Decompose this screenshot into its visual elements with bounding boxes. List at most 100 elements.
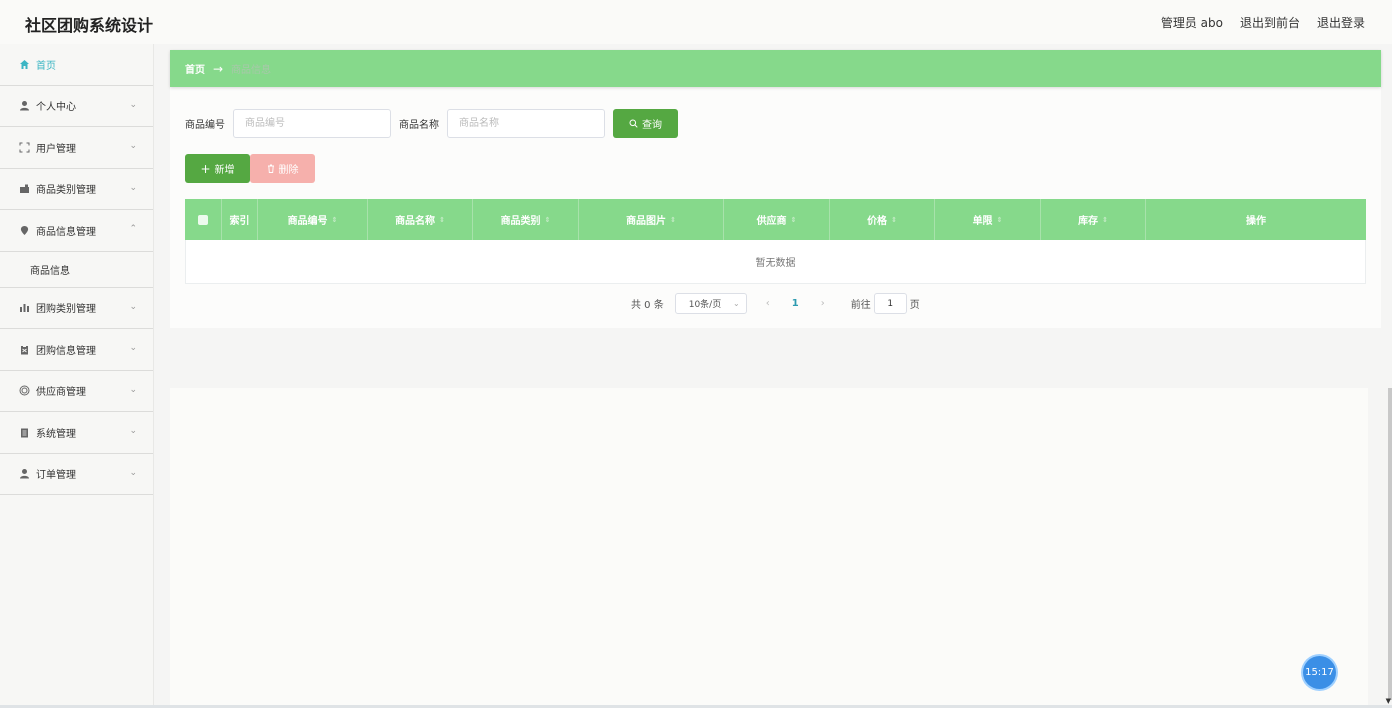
circle-icon xyxy=(18,385,30,397)
sidebar-item-label: 团购类别管理 xyxy=(36,304,96,316)
column-header-product-image[interactable]: 商品图片 ⇕ xyxy=(579,199,724,240)
plus-icon: + xyxy=(200,161,211,176)
sidebar-item-label: 系统管理 xyxy=(36,428,76,440)
sort-icon[interactable]: ⇕ xyxy=(791,216,797,224)
chevron-down-icon: ⌄ xyxy=(129,384,137,395)
product-code-input[interactable] xyxy=(233,109,391,138)
sidebar-item-product-info-management[interactable]: 商品信息管理 ⌃ xyxy=(0,210,153,252)
column-header-actions: 操作 xyxy=(1246,216,1266,227)
column-header-price[interactable]: 价格 ⇕ xyxy=(830,199,935,240)
chevron-down-icon: ⌄ xyxy=(129,426,137,436)
breadcrumb-home[interactable]: 首页 xyxy=(185,61,205,76)
logout-link[interactable]: 退出登录 xyxy=(1317,14,1365,31)
sidebar-item-label: 首页 xyxy=(36,60,56,72)
scroll-down-arrow-icon[interactable]: ▼ xyxy=(1386,697,1391,705)
sort-icon[interactable]: ⇕ xyxy=(545,216,551,224)
document-icon xyxy=(18,426,30,438)
sidebar-item-group-category[interactable]: 团购类别管理 ⌄ xyxy=(0,288,153,329)
clipboard-icon xyxy=(18,343,30,355)
top-right-links: 管理员 abo 退出到前台 退出登录 xyxy=(1161,14,1365,31)
admin-user-label[interactable]: 管理员 abo xyxy=(1161,14,1223,31)
sidebar-item-label: 订单管理 xyxy=(36,470,76,482)
page-size-select[interactable]: 10条/页 ⌄ xyxy=(674,293,747,314)
product-table: 索引 商品编号 ⇕ 商品名称 ⇕ 商品类别 ⇕ 商品图片 ⇕ 供应商 ⇕ 价格 ⇕ 单限 ⇕ xyxy=(185,199,1366,284)
top-bar: 社区团购系统设计 管理员 abo 退出到前台 退出登录 xyxy=(0,0,1392,44)
exit-to-frontend-link[interactable]: 退出到前台 xyxy=(1240,14,1300,31)
chevron-down-icon: ⌄ xyxy=(129,301,137,312)
breadcrumb: 首页 → 商品信息 xyxy=(170,50,1381,87)
sort-icon[interactable]: ⇕ xyxy=(1102,216,1108,224)
column-header-supplier[interactable]: 供应商 ⇕ xyxy=(724,199,830,240)
prev-page-button[interactable]: ‹ xyxy=(766,298,770,309)
add-button-label: 新增 xyxy=(214,165,235,176)
pagination: 共 0 条 10条/页 ⌄ ‹ 1 › 前往 页 xyxy=(631,293,920,314)
trash-icon xyxy=(267,164,275,173)
query-button[interactable]: 查询 xyxy=(613,109,678,138)
column-header-product-code[interactable]: 商品编号 ⇕ xyxy=(258,199,368,240)
sidebar-subitem-product-info[interactable]: 商品信息 xyxy=(0,252,153,288)
chevron-down-icon: ⌄ xyxy=(129,141,137,151)
select-all-cell[interactable] xyxy=(185,199,222,240)
action-buttons: + 新增 删除 xyxy=(185,154,315,183)
breadcrumb-current: 商品信息 xyxy=(231,65,272,76)
query-button-label: 查询 xyxy=(642,120,662,131)
sort-icon[interactable]: ⇕ xyxy=(891,216,897,224)
column-header-product-name[interactable]: 商品名称 ⇕ xyxy=(368,199,473,240)
sidebar-item-label: 商品信息管理 xyxy=(36,226,96,238)
sidebar-item-group-info[interactable]: 团购信息管理 ⌄ xyxy=(0,329,153,371)
user-icon xyxy=(18,100,30,112)
delete-button-label: 删除 xyxy=(278,165,299,176)
sidebar-item-user-management[interactable]: 用户管理 ⌄ xyxy=(0,127,153,169)
chevron-down-icon: ⌄ xyxy=(129,343,137,353)
next-page-button[interactable]: › xyxy=(821,298,825,309)
product-name-input[interactable] xyxy=(447,109,605,138)
sidebar-subitem-label: 商品信息 xyxy=(30,265,70,277)
sort-icon[interactable]: ⇕ xyxy=(997,216,1003,224)
scrollbar[interactable] xyxy=(1388,388,1392,700)
sidebar-item-label: 商品类别管理 xyxy=(36,185,96,197)
column-header-product-category[interactable]: 商品类别 ⇕ xyxy=(473,199,579,240)
sort-icon[interactable]: ⇕ xyxy=(670,216,676,224)
sidebar-item-supplier[interactable]: 供应商管理 ⌄ xyxy=(0,371,153,412)
column-header-stock[interactable]: 库存 ⇕ xyxy=(1041,199,1146,240)
sort-icon[interactable]: ⇕ xyxy=(332,216,338,224)
home-icon xyxy=(18,58,30,70)
secondary-panel xyxy=(170,388,1368,708)
table-header: 索引 商品编号 ⇕ 商品名称 ⇕ 商品类别 ⇕ 商品图片 ⇕ 供应商 ⇕ 价格 ⇕ 单限 ⇕ xyxy=(185,199,1366,240)
page-number-button[interactable]: 1 xyxy=(792,298,799,309)
table-empty-state: 暂无数据 xyxy=(185,240,1366,284)
sidebar-item-home[interactable]: 首页 xyxy=(0,44,153,86)
floating-clock-badge[interactable]: 15:17 xyxy=(1303,656,1336,689)
sidebar-item-label: 用户管理 xyxy=(36,143,76,155)
add-button[interactable]: + 新增 xyxy=(185,154,250,183)
sidebar-item-label: 供应商管理 xyxy=(36,387,86,399)
sidebar-item-label: 团购信息管理 xyxy=(36,345,96,357)
column-header-index: 索引 xyxy=(222,199,258,240)
sort-icon[interactable]: ⇕ xyxy=(439,216,445,224)
tag-icon xyxy=(18,183,30,195)
sidebar-item-system[interactable]: 系统管理 ⌄ xyxy=(0,412,153,454)
sidebar-item-product-category[interactable]: 商品类别管理 ⌄ xyxy=(0,169,153,210)
bar-chart-icon xyxy=(18,302,30,314)
pagination-total: 共 0 条 xyxy=(631,300,664,311)
chevron-down-icon: ⌄ xyxy=(733,299,740,308)
chevron-up-icon: ⌃ xyxy=(129,224,137,234)
pin-icon xyxy=(18,224,30,236)
chevron-down-icon: ⌄ xyxy=(129,467,137,478)
product-code-label: 商品编号 xyxy=(185,120,225,131)
frame-icon xyxy=(18,141,30,153)
sidebar-item-label: 个人中心 xyxy=(36,102,76,114)
arrow-right-icon: → xyxy=(213,61,224,76)
column-header-limit[interactable]: 单限 ⇕ xyxy=(935,199,1041,240)
chevron-down-icon: ⌄ xyxy=(129,182,137,193)
select-all-checkbox[interactable] xyxy=(198,214,208,225)
sidebar: 首页 个人中心 ⌄ 用户管理 ⌄ 商品类别管理 ⌄ 商品信息管理 ⌃ 商品信息 xyxy=(0,44,154,708)
goto-label: 前往 xyxy=(850,300,871,311)
delete-button[interactable]: 删除 xyxy=(250,154,315,183)
sidebar-item-orders[interactable]: 订单管理 ⌄ xyxy=(0,454,153,495)
product-list-card: 首页 → 商品信息 商品编号 商品名称 查询 + 新增 删除 xyxy=(170,50,1381,328)
user-icon xyxy=(18,468,30,480)
goto-page-input[interactable] xyxy=(873,293,907,314)
sidebar-item-personal-center[interactable]: 个人中心 ⌄ xyxy=(0,86,153,127)
search-icon xyxy=(629,119,638,128)
